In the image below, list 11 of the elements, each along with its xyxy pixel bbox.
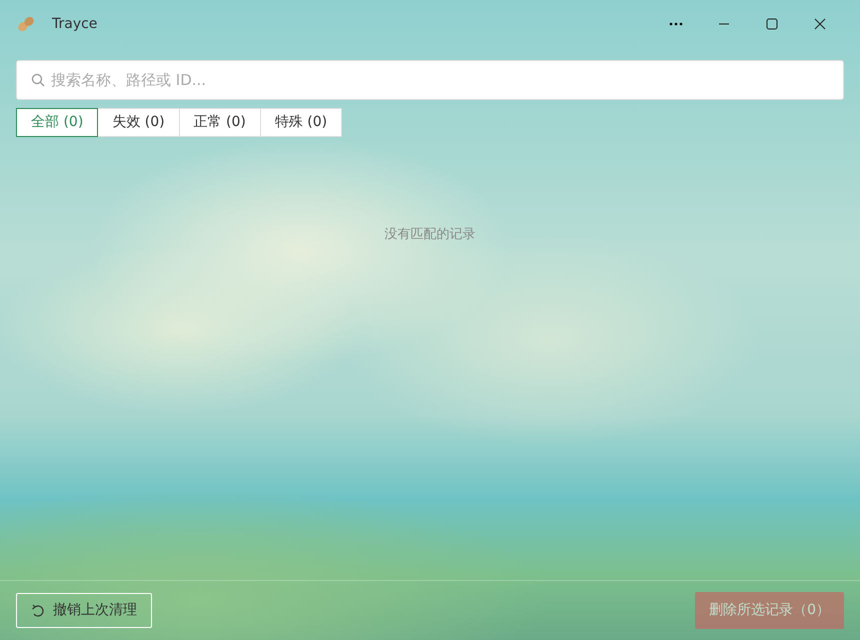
window-title: Trayce <box>52 14 98 34</box>
filter-tab[interactable]: 全部 (0) <box>16 108 98 137</box>
search-icon <box>31 73 45 87</box>
undo-icon <box>31 604 45 618</box>
undo-button[interactable]: 撤销上次清理 <box>16 593 152 628</box>
filter-tab[interactable]: 失效 (0) <box>97 108 180 137</box>
peanut-icon <box>16 14 36 34</box>
empty-message: 没有匹配的记录 <box>384 227 476 242</box>
search-field[interactable]: 搜索名称、路径或 ID... <box>16 60 844 100</box>
filter-tab[interactable]: 正常 (0) <box>178 108 261 137</box>
filter-tab[interactable]: 特殊 (0) <box>260 108 342 137</box>
